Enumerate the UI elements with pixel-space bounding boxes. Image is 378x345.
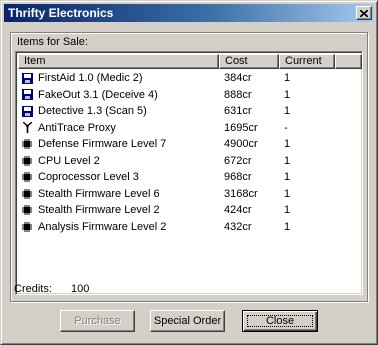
list-item[interactable]: Detective 1.3 (Scan 5) 631cr 1 [18, 103, 362, 120]
cost-cell: 672cr [224, 154, 252, 167]
current-cell: 1 [284, 105, 291, 118]
item-name: Stealth Firmware Level 2 [38, 204, 160, 217]
item-name: Detective 1.3 (Scan 5) [38, 105, 147, 118]
current-cell: 1 [284, 72, 291, 85]
item-name: Coprocessor Level 3 [38, 171, 139, 184]
list-header: Item Cost Current [18, 54, 362, 69]
antenna-icon [21, 122, 33, 134]
list-rows: FirstAid 1.0 (Medic 2) 384cr 1 FakeOut 3.1 … [18, 70, 362, 235]
window-title: Thrifty Electronics [8, 6, 114, 20]
chip-icon [21, 138, 33, 150]
item-name: AntiTrace Proxy [38, 121, 116, 134]
cost-cell: 968cr [224, 171, 252, 184]
dialog-window: Thrifty Electronics Items for Sale: Item… [0, 0, 378, 345]
item-cell: AntiTrace Proxy [18, 122, 219, 134]
item-cell: Defense Firmware Level 7 [18, 138, 219, 150]
chip-icon [21, 155, 33, 167]
item-cell: CPU Level 2 [18, 155, 219, 167]
chip-icon [21, 221, 33, 233]
cost-cell: 4900cr [224, 138, 258, 151]
item-name: FakeOut 3.1 (Deceive 4) [38, 88, 158, 101]
current-cell: - [284, 121, 288, 134]
item-cell: Detective 1.3 (Scan 5) [18, 105, 219, 117]
item-cell: Coprocessor Level 3 [18, 171, 219, 183]
cost-cell: 631cr [224, 105, 252, 118]
current-cell: 1 [284, 88, 291, 101]
title-bar[interactable]: Thrifty Electronics [4, 4, 374, 22]
item-name: Stealth Firmware Level 6 [38, 187, 160, 200]
cost-cell: 384cr [224, 72, 252, 85]
focus-rectangle [247, 315, 313, 327]
credits-label: Credits: [14, 283, 52, 295]
current-cell: 1 [284, 187, 291, 200]
item-cell: FirstAid 1.0 (Medic 2) [18, 72, 219, 84]
column-header-item[interactable]: Item [18, 54, 219, 69]
list-item[interactable]: Defense Firmware Level 7 4900cr 1 [18, 136, 362, 153]
items-for-sale-label: Items for Sale: [17, 36, 88, 48]
list-item[interactable]: Stealth Firmware Level 2 424cr 1 [18, 202, 362, 219]
floppy-disk-icon [21, 105, 33, 117]
chip-icon [21, 171, 33, 183]
items-list[interactable]: Item Cost Current FirstAid 1.0 (Medic 2)… [15, 51, 363, 295]
chip-icon [21, 188, 33, 200]
list-item[interactable]: AntiTrace Proxy 1695cr - [18, 120, 362, 137]
item-cell: FakeOut 3.1 (Deceive 4) [18, 89, 219, 101]
purchase-button[interactable]: Purchase [60, 310, 135, 332]
chip-icon [21, 204, 33, 216]
column-header-cost[interactable]: Cost [219, 54, 279, 69]
credits-display: Credits: 100 [14, 283, 89, 295]
column-header-filler [335, 54, 362, 69]
current-cell: 1 [284, 220, 291, 233]
cost-cell: 888cr [224, 88, 252, 101]
list-item[interactable]: Stealth Firmware Level 6 3168cr 1 [18, 186, 362, 203]
cost-cell: 3168cr [224, 187, 258, 200]
floppy-disk-icon [21, 89, 33, 101]
special-order-button-label: Special Order [153, 315, 222, 327]
item-name: FirstAid 1.0 (Medic 2) [38, 72, 143, 85]
list-item[interactable]: Analysis Firmware Level 2 432cr 1 [18, 219, 362, 236]
special-order-button[interactable]: Special Order [150, 310, 225, 332]
item-name: Analysis Firmware Level 2 [38, 220, 167, 233]
purchase-button-label: Purchase [74, 315, 121, 327]
list-item[interactable]: FirstAid 1.0 (Medic 2) 384cr 1 [18, 70, 362, 87]
item-name: CPU Level 2 [38, 154, 100, 167]
column-header-current[interactable]: Current [279, 54, 335, 69]
list-item[interactable]: CPU Level 2 672cr 1 [18, 153, 362, 170]
credits-value: 100 [70, 283, 90, 295]
current-cell: 1 [284, 171, 291, 184]
current-cell: 1 [284, 154, 291, 167]
close-button[interactable]: Close [242, 310, 318, 332]
close-icon [360, 9, 368, 17]
title-close-button[interactable] [356, 6, 372, 20]
item-cell: Stealth Firmware Level 2 [18, 204, 219, 216]
current-cell: 1 [284, 138, 291, 151]
list-item[interactable]: Coprocessor Level 3 968cr 1 [18, 169, 362, 186]
list-item[interactable]: FakeOut 3.1 (Deceive 4) 888cr 1 [18, 87, 362, 104]
cost-cell: 424cr [224, 204, 252, 217]
floppy-disk-icon [21, 72, 33, 84]
current-cell: 1 [284, 204, 291, 217]
cost-cell: 432cr [224, 220, 252, 233]
item-cell: Stealth Firmware Level 6 [18, 188, 219, 200]
cost-cell: 1695cr [224, 121, 258, 134]
item-name: Defense Firmware Level 7 [38, 138, 167, 151]
item-cell: Analysis Firmware Level 2 [18, 221, 219, 233]
